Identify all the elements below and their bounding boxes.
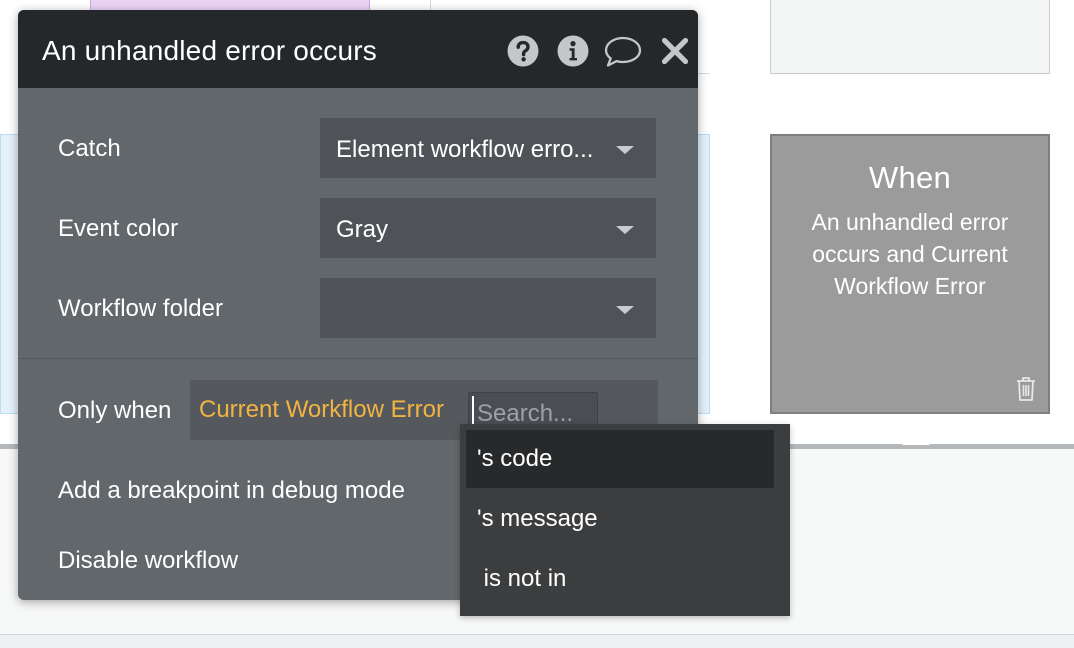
expression-token-current-workflow-error[interactable]: Current Workflow Error: [199, 395, 444, 425]
suggestion-item-message[interactable]: 's message: [466, 490, 774, 548]
event-card-title: When: [868, 160, 952, 195]
event-color-label: Event color: [58, 215, 179, 242]
info-icon[interactable]: [556, 34, 590, 68]
catch-dropdown-value: Element workflow erro...: [336, 136, 594, 163]
chevron-down-icon: [616, 146, 634, 154]
close-icon[interactable]: [658, 34, 692, 68]
event-color-dropdown[interactable]: Gray: [320, 198, 656, 258]
catch-dropdown[interactable]: Element workflow erro...: [320, 118, 656, 178]
trash-icon[interactable]: [1014, 376, 1038, 402]
breakpoint-label: Add a breakpoint in debug mode: [58, 477, 405, 504]
panel-divider: [18, 358, 698, 359]
event-card-description: An unhandled error occurs and Current Wo…: [811, 209, 1009, 299]
catch-label: Catch: [58, 135, 121, 162]
suggestion-item-code[interactable]: 's code: [466, 430, 774, 488]
chevron-down-icon: [616, 226, 634, 234]
suggestion-item-is-not-in[interactable]: is not in: [466, 550, 774, 608]
event-card-pointer: [902, 431, 930, 445]
comment-icon[interactable]: [603, 34, 643, 68]
event-color-dropdown-value: Gray: [336, 216, 389, 243]
disable-workflow-label: Disable workflow: [58, 547, 239, 574]
panel-title: An unhandled error occurs: [42, 35, 377, 66]
chevron-down-icon: [616, 306, 634, 314]
workflow-folder-dropdown[interactable]: [320, 278, 656, 338]
canvas-event-card-top: [770, 0, 1050, 74]
panel-header: An unhandled error occurs: [18, 10, 698, 88]
only-when-label: Only when: [58, 397, 172, 424]
text-cursor: [472, 396, 474, 426]
canvas-bottom-strip: [0, 634, 1074, 648]
question-icon[interactable]: [506, 34, 540, 68]
workflow-folder-label: Workflow folder: [58, 295, 223, 322]
expression-suggestions-dropdown: 's code 's message is not in: [460, 424, 790, 616]
event-card-when[interactable]: When An unhandled error occurs and Curre…: [770, 134, 1050, 414]
